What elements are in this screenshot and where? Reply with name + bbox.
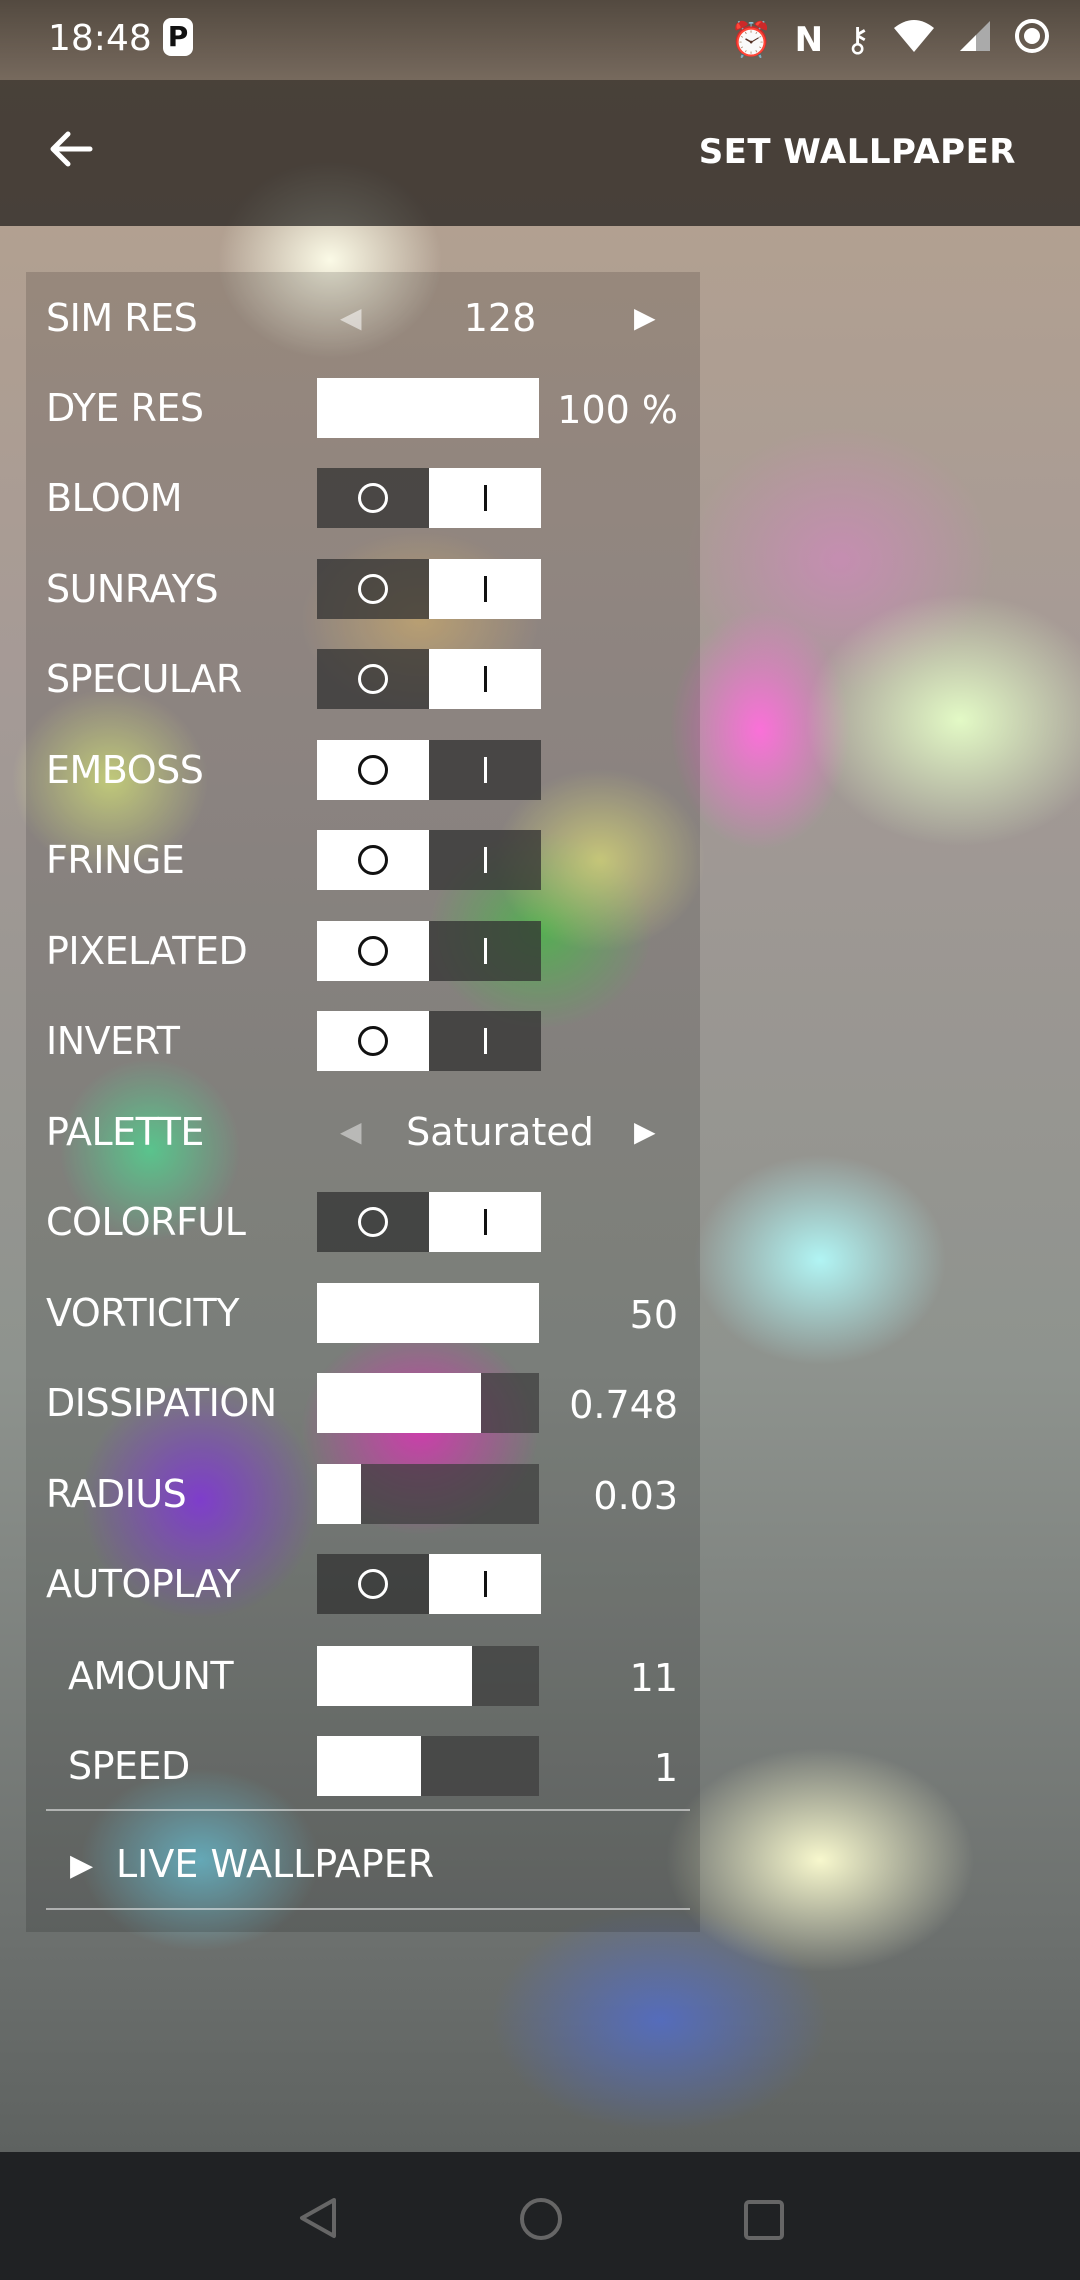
expand-triangle-icon: ▶ [70,1848,94,1883]
status-bar: 18:48 P ⏰ N ⚷ [0,0,1080,80]
colorful-row: COLORFUL [0,1192,1080,1252]
colorful-toggle[interactable] [317,1192,541,1252]
pixelated-toggle[interactable] [317,921,541,981]
dye-res-slider[interactable] [317,378,539,438]
dye-res-value: 100 % [557,388,678,432]
back-arrow-icon[interactable] [46,124,106,184]
radius-row: RADIUS 0.03 [0,1464,1080,1524]
vorticity-value: 50 [629,1293,678,1337]
autoplay-label: AUTOPLAY [46,1562,241,1606]
amount-value: 11 [629,1656,678,1700]
speed-value: 1 [653,1746,678,1790]
signal-icon [958,19,992,62]
fringe-row: FRINGE [0,830,1080,890]
invert-label: INVERT [46,1019,180,1063]
vorticity-row: VORTICITY 50 [0,1283,1080,1343]
back-triangle-icon[interactable] [296,2196,340,2244]
palette-next-arrow-icon[interactable]: ▶ [634,1112,656,1152]
speed-label: SPEED [68,1744,190,1788]
bloom-row: BLOOM [0,468,1080,528]
wifi-icon [892,18,936,63]
navigation-bar [0,2152,1080,2280]
alarm-icon: ⏰ [730,20,773,60]
set-wallpaper-button[interactable]: SET WALLPAPER [699,132,1016,172]
app-bar: SET WALLPAPER [0,80,1080,226]
autoplay-toggle[interactable] [317,1554,541,1614]
home-circle-icon[interactable] [520,2198,562,2240]
emboss-row: EMBOSS [0,740,1080,800]
vorticity-label: VORTICITY [46,1291,239,1335]
specular-toggle[interactable] [317,649,541,709]
live-wallpaper-label: LIVE WALLPAPER [116,1842,435,1886]
autoplay-row: AUTOPLAY [0,1554,1080,1614]
sunrays-row: SUNRAYS [0,559,1080,619]
nfc-icon: N [794,20,824,60]
vorticity-slider[interactable] [317,1283,539,1343]
palette-value: Saturated [406,1110,594,1154]
emboss-toggle[interactable] [317,740,541,800]
status-time: 18:48 [48,18,152,59]
sim-res-next-arrow-icon[interactable]: ▶ [634,298,656,338]
colorful-label: COLORFUL [46,1200,246,1244]
palette-row: PALETTE ◀ Saturated ▶ [0,1102,1080,1162]
record-icon [1014,18,1050,63]
radius-label: RADIUS [46,1472,187,1516]
dissipation-label: DISSIPATION [46,1381,277,1425]
vpn-key-icon: ⚷ [845,20,870,60]
sim-res-label: SIM RES [46,296,198,340]
pixelated-row: PIXELATED [0,921,1080,981]
p-icon: P [163,18,193,56]
pixelated-label: PIXELATED [46,929,248,973]
amount-row: AMOUNT 11 [0,1646,1080,1706]
divider [46,1809,690,1811]
specular-row: SPECULAR [0,649,1080,709]
emboss-label: EMBOSS [46,748,204,792]
dissipation-value: 0.748 [569,1383,678,1427]
bloom-toggle[interactable] [317,468,541,528]
fringe-toggle[interactable] [317,830,541,890]
sunrays-label: SUNRAYS [46,567,219,611]
invert-toggle[interactable] [317,1011,541,1071]
divider [46,1908,690,1910]
fringe-label: FRINGE [46,838,185,882]
sim-res-value: 128 [463,296,537,340]
dye-res-label: DYE RES [46,386,204,430]
amount-label: AMOUNT [68,1654,234,1698]
dissipation-slider[interactable] [317,1373,539,1433]
sunrays-toggle[interactable] [317,559,541,619]
speed-slider[interactable] [317,1736,539,1796]
specular-label: SPECULAR [46,657,242,701]
speed-row: SPEED 1 [0,1736,1080,1796]
palette-label: PALETTE [46,1110,204,1154]
amount-slider[interactable] [317,1646,539,1706]
invert-row: INVERT [0,1011,1080,1071]
sim-res-row: SIM RES ◀ 128 ▶ [0,288,1080,348]
radius-slider[interactable] [317,1464,539,1524]
recents-square-icon[interactable] [744,2200,784,2240]
dissipation-row: DISSIPATION 0.748 [0,1373,1080,1433]
bloom-label: BLOOM [46,476,183,520]
dye-res-row: DYE RES 100 % [0,378,1080,438]
radius-value: 0.03 [593,1474,678,1518]
